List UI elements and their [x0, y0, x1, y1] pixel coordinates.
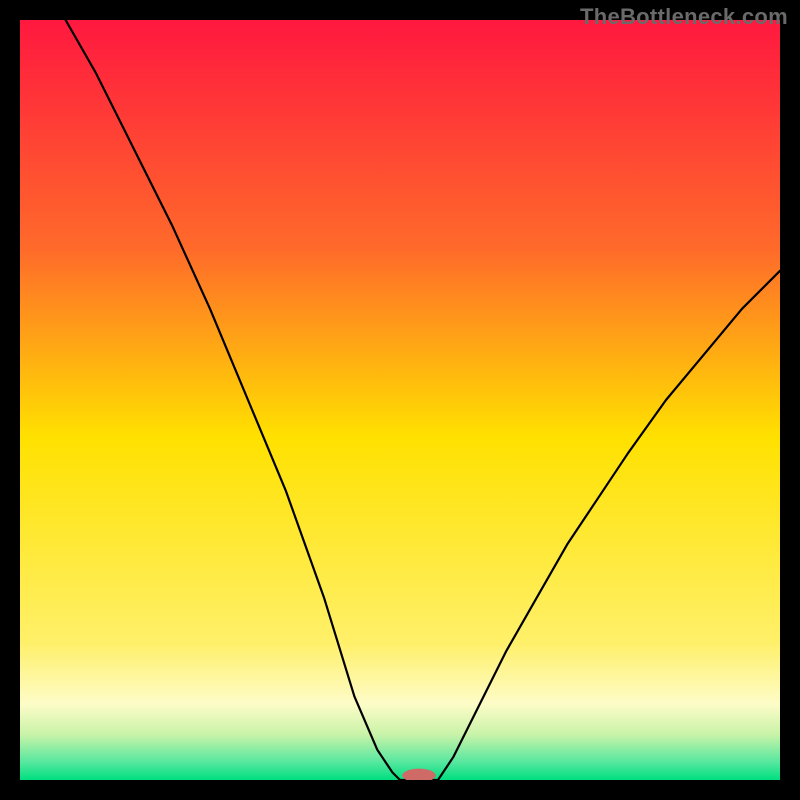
chart-svg	[20, 20, 780, 780]
watermark-text: TheBottleneck.com	[580, 4, 788, 30]
chart-frame: TheBottleneck.com	[0, 0, 800, 800]
plot-area	[20, 20, 780, 780]
